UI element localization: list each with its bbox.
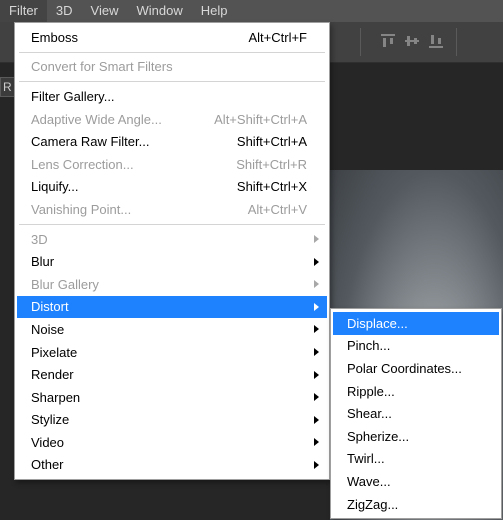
menuitem-label: Vanishing Point... xyxy=(31,202,248,217)
menuitem-label: Render xyxy=(31,367,307,382)
toolbar-separator xyxy=(456,28,457,56)
menuitem-label: Pinch... xyxy=(347,338,479,353)
menuitem-shortcut: Shift+Ctrl+X xyxy=(237,179,307,194)
submenu-arrow-icon xyxy=(314,348,319,356)
menu-separator xyxy=(19,52,325,53)
menuitem-wave[interactable]: Wave... xyxy=(333,470,499,493)
menu-help[interactable]: Help xyxy=(192,0,237,22)
menuitem-filter-gallery[interactable]: Filter Gallery... xyxy=(17,85,327,108)
align-vcenter-icon xyxy=(404,33,420,49)
menuitem-label: Stylize xyxy=(31,412,307,427)
align-bottom-icon xyxy=(428,33,444,49)
menuitem-label: Video xyxy=(31,435,307,450)
menuitem-polar-coordinates[interactable]: Polar Coordinates... xyxy=(333,357,499,380)
menuitem-blur[interactable]: Blur xyxy=(17,250,327,273)
menuitem-label: Adaptive Wide Angle... xyxy=(31,112,214,127)
align-top-icon xyxy=(380,33,396,49)
menuitem-label: Noise xyxy=(31,322,307,337)
menuitem-pixelate[interactable]: Pixelate xyxy=(17,341,327,364)
menuitem-3d: 3D xyxy=(17,228,327,251)
menu-filter[interactable]: Filter xyxy=(0,0,47,22)
menuitem-label: Ripple... xyxy=(347,384,479,399)
menuitem-liquify[interactable]: Liquify... Shift+Ctrl+X xyxy=(17,176,327,199)
menuitem-last-filter[interactable]: Emboss Alt+Ctrl+F xyxy=(17,26,327,49)
menuitem-shortcut: Shift+Ctrl+R xyxy=(236,157,307,172)
menuitem-shear[interactable]: Shear... xyxy=(333,402,499,425)
submenu-arrow-icon xyxy=(314,325,319,333)
submenu-arrow-icon xyxy=(314,280,319,288)
menu-separator xyxy=(19,81,325,82)
submenu-arrow-icon xyxy=(314,438,319,446)
menuitem-convert-smart-filters: Convert for Smart Filters xyxy=(17,56,327,79)
menuitem-label: Pixelate xyxy=(31,345,307,360)
submenu-arrow-icon xyxy=(314,461,319,469)
menuitem-sharpen[interactable]: Sharpen xyxy=(17,386,327,409)
submenu-arrow-icon xyxy=(314,393,319,401)
menu-view[interactable]: View xyxy=(82,0,128,22)
submenu-arrow-icon xyxy=(314,371,319,379)
toolbar-separator xyxy=(360,28,361,56)
menuitem-label: ZigZag... xyxy=(347,497,479,512)
menuitem-render[interactable]: Render xyxy=(17,363,327,386)
menuitem-lens-correction: Lens Correction... Shift+Ctrl+R xyxy=(17,153,327,176)
menuitem-zigzag[interactable]: ZigZag... xyxy=(333,493,499,516)
menuitem-ripple[interactable]: Ripple... xyxy=(333,380,499,403)
menuitem-label: Camera Raw Filter... xyxy=(31,134,237,149)
menuitem-camera-raw-filter[interactable]: Camera Raw Filter... Shift+Ctrl+A xyxy=(17,130,327,153)
menuitem-displace[interactable]: Displace... xyxy=(333,312,499,335)
menuitem-label: Polar Coordinates... xyxy=(347,361,479,376)
menuitem-label: Blur Gallery xyxy=(31,277,307,292)
menuitem-label: Distort xyxy=(31,299,307,314)
menuitem-shortcut: Shift+Ctrl+A xyxy=(237,134,307,149)
menuitem-label: Emboss xyxy=(31,30,248,45)
menuitem-adaptive-wide-angle: Adaptive Wide Angle... Alt+Shift+Ctrl+A xyxy=(17,108,327,131)
menuitem-shortcut: Alt+Ctrl+F xyxy=(248,30,307,45)
menuitem-label: Convert for Smart Filters xyxy=(31,59,307,74)
menuitem-distort[interactable]: Distort xyxy=(17,296,327,319)
menuitem-vanishing-point: Vanishing Point... Alt+Ctrl+V xyxy=(17,198,327,221)
filter-dropdown: Emboss Alt+Ctrl+F Convert for Smart Filt… xyxy=(14,22,330,480)
menuitem-pinch[interactable]: Pinch... xyxy=(333,335,499,358)
menuitem-label: Other xyxy=(31,457,307,472)
menuitem-label: Liquify... xyxy=(31,179,237,194)
submenu-arrow-icon xyxy=(314,258,319,266)
menuitem-stylize[interactable]: Stylize xyxy=(17,409,327,432)
menuitem-label: 3D xyxy=(31,232,307,247)
menuitem-label: Lens Correction... xyxy=(31,157,236,172)
menuitem-label: Spherize... xyxy=(347,429,479,444)
menuitem-video[interactable]: Video xyxy=(17,431,327,454)
menubar: Filter 3D View Window Help xyxy=(0,0,503,22)
submenu-arrow-icon xyxy=(314,235,319,243)
menuitem-label: Shear... xyxy=(347,406,479,421)
menuitem-noise[interactable]: Noise xyxy=(17,318,327,341)
menuitem-label: Displace... xyxy=(347,316,479,331)
menuitem-shortcut: Alt+Ctrl+V xyxy=(248,202,307,217)
menuitem-label: Twirl... xyxy=(347,451,479,466)
menuitem-label: Filter Gallery... xyxy=(31,89,307,104)
menu-window[interactable]: Window xyxy=(127,0,191,22)
menuitem-spherize[interactable]: Spherize... xyxy=(333,425,499,448)
submenu-arrow-icon xyxy=(314,303,319,311)
menu-3d[interactable]: 3D xyxy=(47,0,82,22)
menuitem-twirl[interactable]: Twirl... xyxy=(333,448,499,471)
menuitem-blur-gallery: Blur Gallery xyxy=(17,273,327,296)
menuitem-label: Sharpen xyxy=(31,390,307,405)
menuitem-label: Wave... xyxy=(347,474,479,489)
panel-tab-letter: R xyxy=(3,80,12,94)
distort-submenu: Displace... Pinch... Polar Coordinates..… xyxy=(330,308,502,519)
menuitem-label: Blur xyxy=(31,254,307,269)
menu-separator xyxy=(19,224,325,225)
submenu-arrow-icon xyxy=(314,416,319,424)
menuitem-shortcut: Alt+Shift+Ctrl+A xyxy=(214,112,307,127)
menuitem-other[interactable]: Other xyxy=(17,454,327,477)
